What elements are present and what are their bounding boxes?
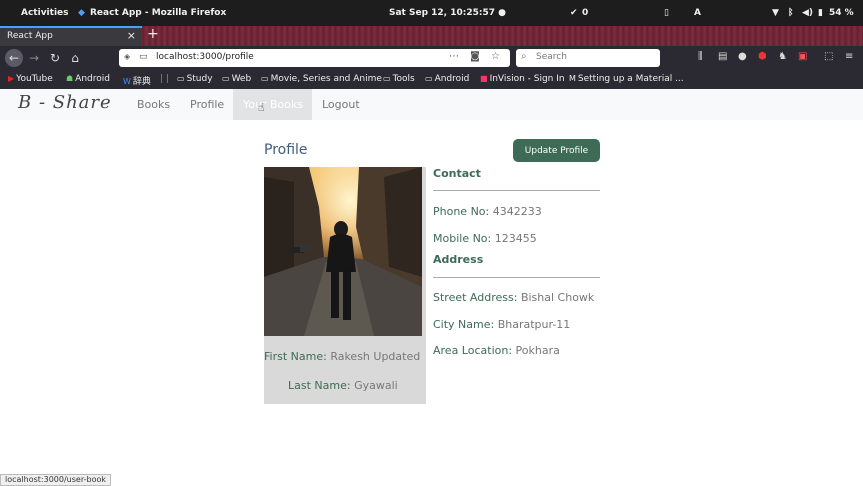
url-bar[interactable]: ◈ ▭ localhost:3000/profile ⋯ ◙ ☆ — [119, 49, 510, 67]
last-name-label: Last Name: — [288, 379, 351, 392]
last-name-row: Last Name: Gyawali — [288, 379, 398, 392]
page-actions-icon[interactable]: ⋯ ◙ ☆ — [449, 51, 504, 62]
vscode-icon: ◆ — [78, 8, 85, 18]
bookmark-folder-study[interactable]: ▭ Study — [177, 74, 213, 84]
phone-label: Phone No: — [433, 205, 490, 218]
battery-level: 54 % — [829, 8, 854, 18]
nav-link-logout[interactable]: Logout — [322, 98, 360, 111]
city-label: City Name: — [433, 318, 495, 331]
addon-icon[interactable]: ▣ — [798, 51, 807, 62]
mobile-label: Mobile No: — [433, 232, 492, 245]
search-bar[interactable]: ⌕ Search — [516, 49, 660, 67]
profile-card: First Name: Rakesh Updated Last Name: Gy… — [264, 167, 426, 404]
window-title: React App - Mozilla Firefox — [90, 8, 227, 18]
phone-value: 4342233 — [492, 205, 542, 218]
update-profile-button[interactable]: Update Profile — [513, 139, 600, 162]
wifi-icon: ▼ — [772, 8, 779, 18]
street-row: Street Address: Bishal Chowk — [433, 291, 594, 304]
tab-strip: React App × + — [0, 26, 863, 46]
android-icon: ☗ — [66, 74, 74, 83]
bookmark-dictionary[interactable]: W 辞典 — [123, 74, 151, 87]
bookmark-android[interactable]: ☗ Android — [66, 74, 110, 84]
bookmark-invision[interactable]: ■ InVision - Sign In — [480, 74, 565, 84]
city-value: Bharatpur-11 — [497, 318, 571, 331]
library-icon[interactable]: ⫼ — [698, 51, 703, 62]
first-name-label: First Name: — [264, 350, 327, 363]
phone-row: Phone No: 4342233 — [433, 205, 542, 218]
account-icon[interactable]: ● — [738, 51, 747, 62]
clock[interactable]: Sat Sep 12, 10:25:57 ● — [389, 8, 506, 18]
last-name-value: Gyawali — [354, 379, 398, 392]
new-tab-icon[interactable]: + — [147, 26, 159, 42]
link-status-bar: localhost:3000/user-book — [0, 474, 111, 486]
folder-icon: ▭ — [383, 74, 391, 83]
page-title: Profile — [264, 142, 308, 158]
address-divider — [433, 277, 600, 278]
medium-icon: M — [569, 74, 576, 83]
address-heading: Address — [433, 253, 484, 266]
first-name-row: First Name: Rakesh Updated — [264, 350, 420, 363]
check-icon: ✔ — [570, 8, 578, 18]
mobile-row: Mobile No: 123455 — [433, 232, 537, 245]
bookmark-youtube[interactable]: ▶ YouTube — [8, 74, 53, 84]
folder-icon: ▭ — [425, 74, 433, 83]
youtube-icon: ▶ — [8, 74, 15, 83]
street-label: Street Address: — [433, 291, 518, 304]
clipboard-icon[interactable]: ▯ — [664, 8, 669, 18]
bookmark-medium[interactable]: M Setting up a Material ... — [569, 74, 684, 84]
keyboard-layout[interactable]: A — [694, 8, 701, 18]
area-label: Area Location: — [433, 344, 513, 357]
system-top-bar: Activities ◆ React App - Mozilla Firefox… — [0, 0, 863, 26]
folder-icon: ▭ — [261, 74, 269, 83]
bookmark-folder-web[interactable]: ▭ Web — [222, 74, 251, 84]
street-value: Bishal Chowk — [520, 291, 595, 304]
battery-icon: ▮ — [818, 8, 823, 18]
bluetooth-icon: ᛒ — [788, 8, 794, 18]
contact-heading: Contact — [433, 167, 481, 180]
bookmarks-bar: ▶ YouTube ☗ Android W 辞典 | | ▭ Study ▭ Web ▭ M… — [0, 70, 863, 89]
nav-link-profile[interactable]: Profile — [190, 98, 224, 111]
bookmark-folder-tools[interactable]: ▭ Tools — [383, 74, 415, 84]
reload-icon[interactable]: ↻ — [46, 49, 64, 67]
nav-link-books[interactable]: Books — [137, 98, 170, 111]
folder-icon: ▭ — [222, 74, 230, 83]
w-icon: W — [123, 77, 131, 86]
bookmark-folder-android[interactable]: ▭ Android — [425, 74, 469, 84]
contact-divider — [433, 190, 600, 191]
bookmark-folder-movies[interactable]: ▭ Movie, Series and Anime — [261, 74, 382, 84]
back-icon[interactable]: ← — [5, 49, 23, 67]
check-count: 0 — [582, 8, 589, 18]
app-navbar: B - Share Books Profile Your Books Logou… — [0, 89, 863, 120]
close-tab-icon[interactable]: × — [127, 29, 136, 42]
bookmark-separator: | | — [160, 74, 169, 84]
folder-icon: ▭ — [177, 74, 185, 83]
activities-button[interactable]: Activities — [21, 8, 69, 18]
search-icon: ⌕ — [521, 51, 527, 62]
nav-link-your-books[interactable]: Your Books — [243, 98, 303, 111]
hand-cursor-icon: ☝ — [258, 101, 265, 114]
tab-title: React App — [7, 31, 53, 41]
city-row: City Name: Bharatpur-11 — [433, 318, 570, 331]
area-row: Area Location: Pokhara — [433, 344, 560, 357]
extension-icon[interactable]: ♞ — [778, 51, 787, 62]
forward-icon[interactable]: → — [25, 49, 43, 67]
sidebar-icon[interactable]: ▤ — [718, 51, 727, 62]
mobile-value: 123455 — [494, 232, 537, 245]
menu-icon[interactable]: ≡ — [845, 51, 853, 62]
brand-logo[interactable]: B - Share — [18, 92, 112, 113]
url-text: localhost:3000/profile — [156, 52, 254, 62]
volume-icon: ◀) — [802, 8, 814, 18]
shield-icon[interactable]: ◈ — [124, 52, 130, 61]
ublock-icon[interactable]: ⬢ — [758, 51, 767, 62]
browser-tab[interactable]: React App × — [0, 26, 142, 46]
page-info-icon[interactable]: ▭ — [139, 52, 148, 62]
extensions-icon[interactable]: ⬚ — [824, 51, 833, 62]
home-icon[interactable]: ⌂ — [66, 49, 84, 67]
search-placeholder: Search — [536, 52, 567, 62]
browser-toolbar: ← → ↻ ⌂ ◈ ▭ localhost:3000/profile ⋯ ◙ ☆… — [0, 46, 863, 70]
profile-photo — [264, 167, 422, 336]
area-value: Pokhara — [515, 344, 560, 357]
invision-icon: ■ — [480, 74, 488, 83]
first-name-value: Rakesh Updated — [330, 350, 421, 363]
